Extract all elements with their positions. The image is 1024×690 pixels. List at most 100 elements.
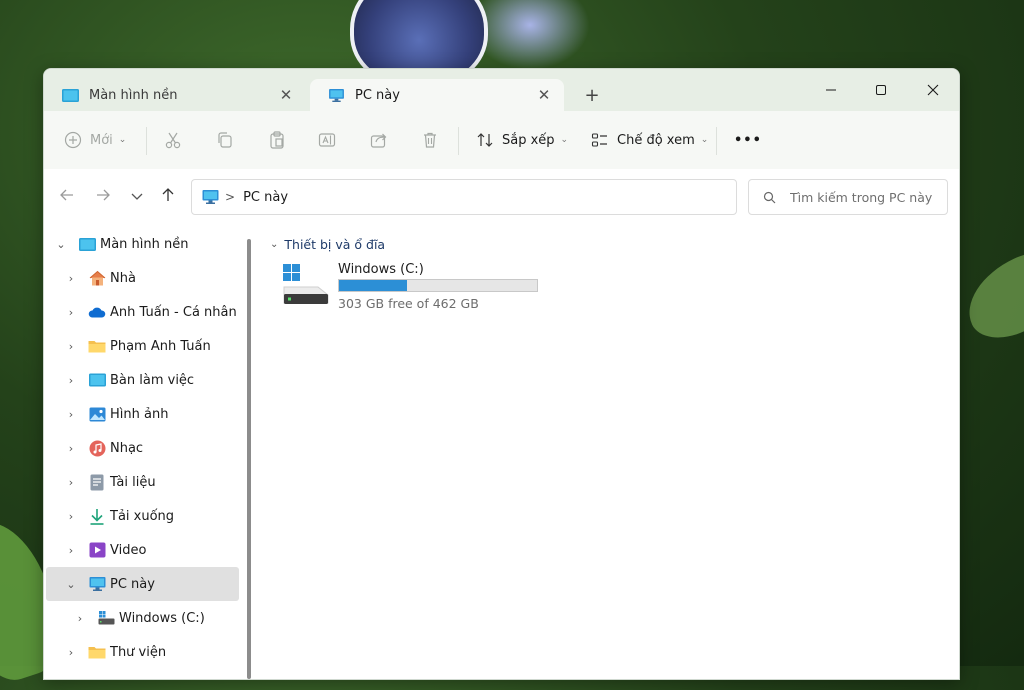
sidebar-item-downloads[interactable]: › Tải xuống bbox=[46, 499, 239, 533]
new-tab-button[interactable]: + bbox=[581, 85, 603, 107]
sidebar-item-libraries[interactable]: › Thư viện bbox=[46, 635, 239, 669]
sidebar-item-drive-c[interactable]: › Windows (C:) bbox=[46, 601, 239, 635]
chevron-down-icon[interactable]: ⌄ bbox=[64, 578, 78, 591]
chevron-right-icon[interactable]: › bbox=[64, 646, 78, 659]
sidebar-item-onedrive[interactable]: › Anh Tuấn - Cá nhân bbox=[46, 295, 239, 329]
drive-icon bbox=[283, 264, 329, 304]
paste-button[interactable] bbox=[268, 125, 286, 155]
toolbar-divider bbox=[458, 127, 459, 155]
folder-icon bbox=[88, 338, 106, 354]
breadcrumb-item[interactable]: PC này bbox=[243, 190, 288, 205]
up-button[interactable] bbox=[156, 187, 180, 209]
maximize-icon bbox=[876, 85, 886, 95]
forward-button[interactable] bbox=[91, 187, 115, 209]
tab-title: Màn hình nền bbox=[89, 87, 178, 103]
arrow-left-icon bbox=[60, 189, 73, 201]
sidebar-item-pictures[interactable]: › Hình ảnh bbox=[46, 397, 239, 431]
search-input[interactable] bbox=[788, 188, 942, 206]
desktop-folder-icon bbox=[88, 372, 106, 388]
drive-tile-c[interactable]: Windows (C:) 303 GB free of 462 GB bbox=[282, 261, 552, 317]
sort-icon bbox=[477, 133, 493, 147]
address-bar[interactable]: > PC này bbox=[191, 179, 874, 215]
chevron-right-icon[interactable]: › bbox=[64, 442, 78, 455]
sidebar-item-documents[interactable]: › Tài liệu bbox=[46, 465, 239, 499]
search-box[interactable] bbox=[748, 179, 948, 215]
group-title: Thiết bị và ổ đĩa bbox=[284, 237, 386, 252]
desktop-icon bbox=[78, 236, 96, 252]
navigation-pane: ⌄ Màn hình nền › Nhà › Anh Tuấn - Cá nhâ… bbox=[44, 225, 241, 679]
sort-button-label: Sắp xếp bbox=[502, 132, 555, 148]
downloads-icon bbox=[88, 508, 106, 525]
chevron-right-icon[interactable]: › bbox=[64, 408, 78, 421]
sidebar-item-label: Bàn làm việc bbox=[110, 372, 195, 388]
rename-icon bbox=[318, 133, 336, 147]
command-bar: Mới ⌄ Sắp xếp ⌄ Chế độ xem ⌄ ••• bbox=[44, 111, 959, 170]
pc-icon bbox=[202, 190, 219, 204]
copy-button[interactable] bbox=[216, 125, 234, 155]
minimize-button[interactable] bbox=[808, 75, 854, 105]
new-button[interactable]: Mới ⌄ bbox=[64, 125, 126, 155]
videos-icon bbox=[88, 542, 106, 558]
cut-button[interactable] bbox=[164, 125, 182, 155]
chevron-right-icon[interactable]: › bbox=[64, 544, 78, 557]
sidebar-item-label: Màn hình nền bbox=[100, 236, 189, 252]
sidebar-item-videos[interactable]: › Video bbox=[46, 533, 239, 567]
close-window-button[interactable] bbox=[910, 75, 956, 105]
pc-icon bbox=[329, 88, 344, 102]
sidebar-item-user-folder[interactable]: › Phạm Anh Tuấn bbox=[46, 329, 239, 363]
chevron-right-icon[interactable]: › bbox=[64, 374, 78, 387]
close-tab-icon[interactable]: ✕ bbox=[276, 86, 296, 104]
sidebar-item-label: Tải xuống bbox=[110, 508, 175, 524]
onedrive-icon bbox=[88, 304, 106, 320]
drive-free-space: 303 GB free of 462 GB bbox=[338, 296, 479, 311]
breadcrumb-separator: > bbox=[225, 190, 236, 204]
share-icon bbox=[370, 133, 387, 148]
drive-usage-fill bbox=[339, 280, 408, 291]
tab-desktop[interactable]: Màn hình nền ✕ bbox=[44, 79, 306, 111]
chevron-down-icon: ⌄ bbox=[270, 239, 279, 250]
sidebar-item-music[interactable]: › Nhạc bbox=[46, 431, 239, 465]
documents-icon bbox=[88, 474, 106, 490]
rename-button[interactable] bbox=[318, 125, 336, 155]
arrow-up-icon bbox=[162, 188, 174, 201]
arrow-right-icon bbox=[97, 189, 110, 201]
devices-group-header[interactable]: ⌄ Thiết bị và ổ đĩa bbox=[270, 237, 385, 252]
sidebar-item-desktop-folder[interactable]: › Bàn làm việc bbox=[46, 363, 239, 397]
sidebar-item-home[interactable]: › Nhà bbox=[46, 261, 239, 295]
sidebar-item-label: Video bbox=[110, 542, 147, 558]
chevron-right-icon[interactable]: › bbox=[64, 476, 78, 489]
sidebar-scrollbar[interactable] bbox=[247, 239, 251, 679]
view-button[interactable]: Chế độ xem ⌄ bbox=[591, 125, 708, 155]
tab-title: PC này bbox=[355, 87, 400, 103]
sidebar-item-this-pc[interactable]: ⌄ PC này bbox=[46, 567, 239, 601]
minimize-icon bbox=[826, 89, 836, 91]
close-icon bbox=[927, 84, 939, 96]
maximize-button[interactable] bbox=[858, 75, 904, 105]
chevron-right-icon[interactable]: › bbox=[64, 340, 78, 353]
sort-button[interactable]: Sắp xếp ⌄ bbox=[476, 125, 568, 155]
delete-icon bbox=[424, 132, 436, 148]
close-tab-icon[interactable]: ✕ bbox=[534, 86, 554, 104]
chevron-right-icon[interactable]: › bbox=[64, 306, 78, 319]
view-button-label: Chế độ xem bbox=[617, 132, 695, 148]
chevron-right-icon[interactable]: › bbox=[73, 612, 87, 625]
drive-icon bbox=[97, 610, 115, 626]
share-button[interactable] bbox=[370, 125, 388, 155]
music-icon bbox=[88, 440, 106, 456]
back-button[interactable] bbox=[55, 187, 79, 209]
new-button-label: Mới bbox=[90, 132, 113, 148]
chevron-right-icon[interactable]: › bbox=[64, 272, 78, 285]
paste-icon bbox=[270, 131, 284, 149]
sidebar-item-label: Thư viện bbox=[110, 644, 167, 660]
recent-locations-button[interactable] bbox=[125, 187, 149, 209]
tab-this-pc[interactable]: PC này ✕ bbox=[310, 79, 564, 111]
home-icon bbox=[88, 270, 106, 286]
toolbar-divider bbox=[716, 127, 717, 155]
wallpaper-glow bbox=[470, 0, 590, 70]
chevron-down-icon[interactable]: ⌄ bbox=[54, 238, 68, 251]
delete-button[interactable] bbox=[421, 125, 439, 155]
sidebar-item-desktop[interactable]: ⌄ Màn hình nền bbox=[46, 227, 239, 261]
chevron-right-icon[interactable]: › bbox=[64, 510, 78, 523]
chevron-down-icon: ⌄ bbox=[700, 135, 709, 145]
more-options-button[interactable]: ••• bbox=[734, 125, 762, 155]
